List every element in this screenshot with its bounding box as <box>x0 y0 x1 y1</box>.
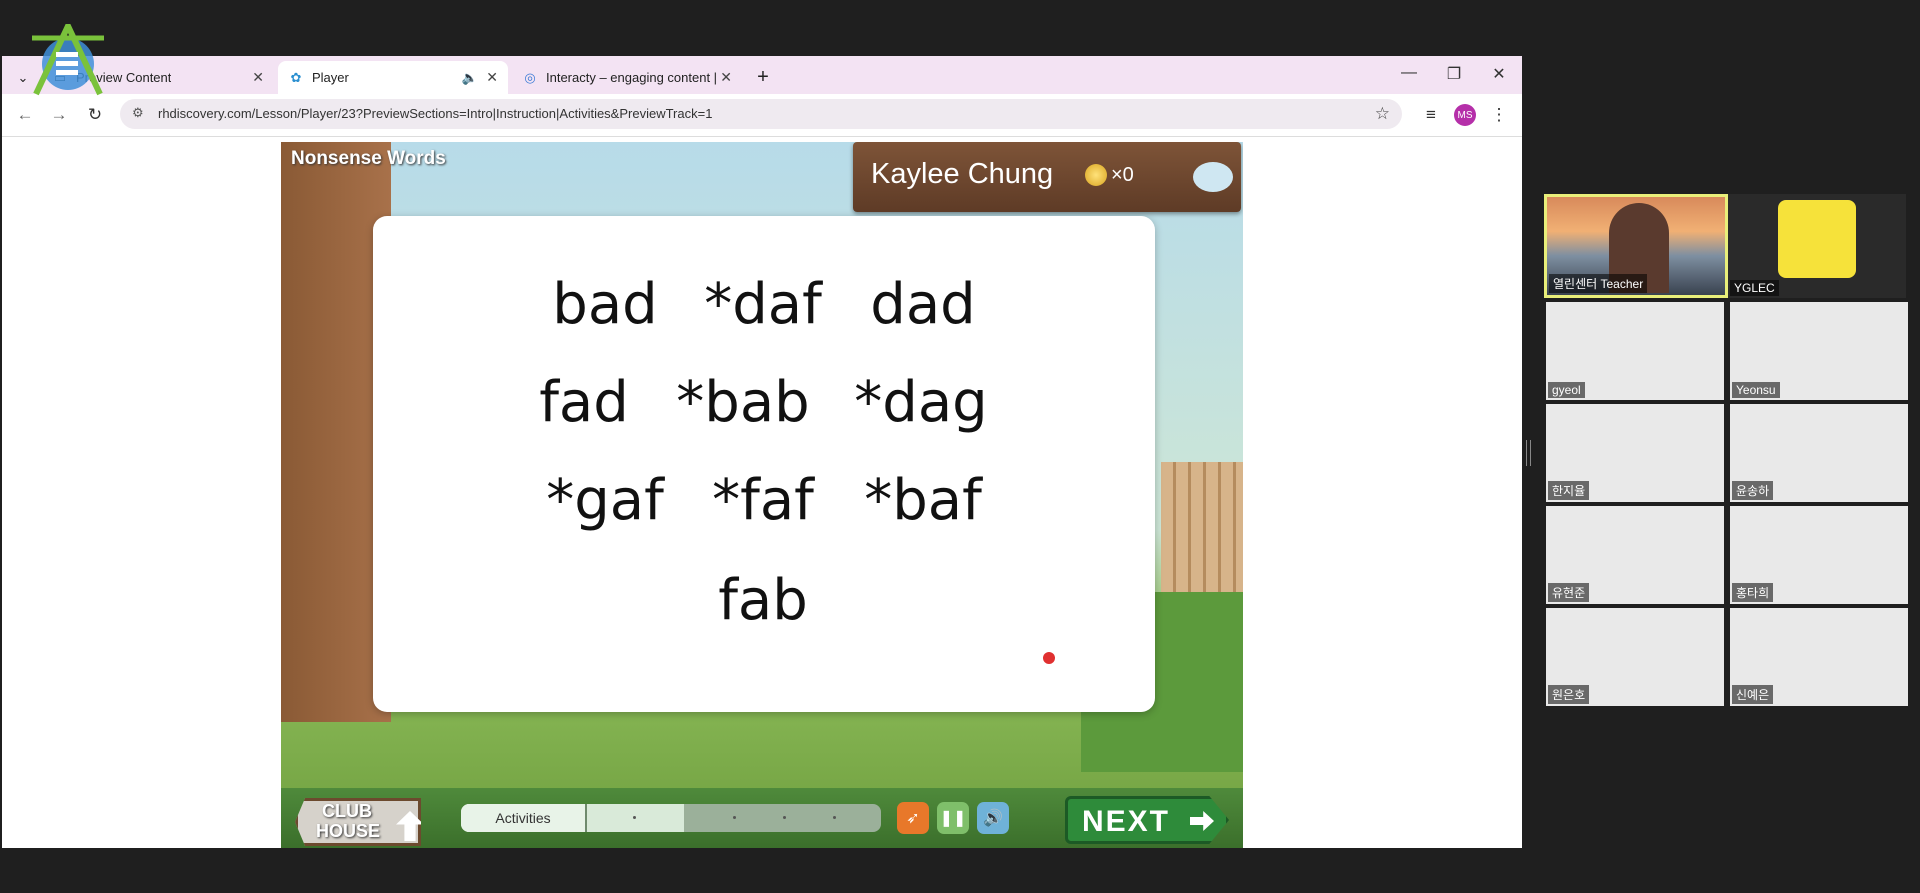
mouse-pointer <box>1043 652 1055 664</box>
up-arrow-icon <box>396 811 421 841</box>
restore-icon[interactable]: ❐ <box>1439 64 1469 84</box>
fence-illustration <box>1161 462 1243 612</box>
more-menu-icon[interactable]: ⋮ <box>1488 105 1510 125</box>
close-icon[interactable]: ✕ <box>720 69 732 86</box>
clubhouse-button[interactable]: CLUB HOUSE <box>295 798 421 846</box>
word-item[interactable]: fab <box>718 568 808 633</box>
progress-dot <box>633 816 636 819</box>
url-text[interactable]: rhdiscovery.com/Lesson/Player/23?Preview… <box>158 106 712 121</box>
site-info-icon[interactable]: ⚙ <box>132 105 144 121</box>
plus-icon: + <box>757 66 769 88</box>
tab-label: Interacty – engaging content | <box>546 70 718 85</box>
reload-icon[interactable]: ↻ <box>84 105 106 125</box>
word-item[interactable]: *faf <box>712 468 814 533</box>
participant-name: 홍타희 <box>1732 583 1774 602</box>
right-arrow-icon <box>1190 811 1214 831</box>
coin-icon <box>1085 164 1107 186</box>
treehouse-badge-icon[interactable] <box>1193 162 1233 192</box>
participant-tile[interactable]: 홍타희 <box>1730 506 1908 604</box>
participant-tile[interactable]: gyeol <box>1546 302 1724 400</box>
bookmark-star-icon[interactable]: ☆ <box>1375 104 1390 124</box>
participant-name: gyeol <box>1548 382 1585 398</box>
tab-interacty[interactable]: ◎ Interacty – engaging content | ✕ <box>512 61 742 94</box>
next-label: NEXT <box>1082 805 1171 838</box>
clubhouse-label-line1: CLUB <box>322 801 372 821</box>
pause-icon[interactable]: ❚❚ <box>937 802 969 834</box>
speaker-icon[interactable]: 🔈 <box>462 70 478 86</box>
section-title: Nonsense Words <box>291 148 446 169</box>
profile-avatar[interactable]: MS <box>1454 104 1476 126</box>
tab-label: Player <box>312 70 349 85</box>
participant-tile[interactable]: 원은호 <box>1546 608 1724 706</box>
participant-name: YGLEC <box>1730 280 1779 296</box>
minimize-icon[interactable]: — <box>1394 64 1424 82</box>
participant-tile[interactable]: 윤송하 <box>1730 404 1908 502</box>
close-icon[interactable]: ✕ <box>486 69 498 86</box>
back-arrow-icon[interactable]: ← <box>14 105 36 125</box>
lesson-player: Nonsense Words Kaylee Chung ×0 bad *daf … <box>281 142 1243 848</box>
close-window-icon[interactable]: ✕ <box>1484 64 1514 84</box>
panel-resize-handle[interactable] <box>1526 440 1531 466</box>
student-name-sign: Kaylee Chung ×0 <box>853 142 1241 212</box>
participant-name: 한지율 <box>1548 481 1590 500</box>
bird-icon[interactable]: ➶ <box>897 802 929 834</box>
participant-tile[interactable]: Yeonsu <box>1730 302 1908 400</box>
participant-name: Yeonsu <box>1732 382 1780 398</box>
organization-logo <box>32 24 104 96</box>
browser-window: ⌄ ▭ Preview Content ✕ ✿ Player 🔈 ✕ ◎ Int… <box>2 56 1522 848</box>
participant-name: 윤송하 <box>1732 481 1774 500</box>
new-tab-button[interactable]: + <box>748 61 778 94</box>
player-controls: CLUB HOUSE Activities ➶ ❚❚ 🔊 NEXT <box>281 788 1243 848</box>
participant-name: 유현준 <box>1548 583 1590 602</box>
word-item[interactable]: *daf <box>704 272 822 337</box>
next-button[interactable]: NEXT <box>1065 796 1229 844</box>
participant-tile[interactable]: 유현준 <box>1546 506 1724 604</box>
word-card: bad *daf dad fad *bab *dag *gaf *faf *ba… <box>373 216 1155 712</box>
participant-name: 원은호 <box>1548 685 1590 704</box>
audio-icon[interactable]: 🔊 <box>977 802 1009 834</box>
progress-dot <box>833 816 836 819</box>
word-item[interactable]: *bab <box>676 370 809 435</box>
word-item[interactable]: *baf <box>864 468 982 533</box>
coin-count: ×0 <box>1111 164 1134 186</box>
spongebob-avatar <box>1778 200 1856 278</box>
progress-dot <box>733 816 736 819</box>
participant-name: 신예은 <box>1732 685 1774 704</box>
globe-icon: ◎ <box>524 69 536 85</box>
progress-label: Activities <box>495 810 551 826</box>
clubhouse-label-line2: HOUSE <box>316 821 381 841</box>
participant-tile[interactable]: 한지율 <box>1546 404 1724 502</box>
word-item[interactable]: *gaf <box>546 468 664 533</box>
close-icon[interactable]: ✕ <box>252 69 264 86</box>
butterfly-icon: ✿ <box>290 69 302 85</box>
lesson-progress-bar[interactable]: Activities <box>461 804 881 832</box>
word-item[interactable]: dad <box>870 272 975 337</box>
tab-player[interactable]: ✿ Player 🔈 ✕ <box>278 61 508 94</box>
word-item[interactable]: *dag <box>854 370 987 435</box>
word-item[interactable]: fad <box>539 370 629 435</box>
participant-tile[interactable]: 신예은 <box>1730 608 1908 706</box>
address-bar[interactable]: ⚙ rhdiscovery.com/Lesson/Player/23?Previ… <box>120 99 1402 129</box>
media-control-icon[interactable]: ≡ <box>1420 105 1442 125</box>
participant-tile[interactable]: 열린센터 Teacher <box>1544 194 1728 298</box>
browser-toolbar: ← → ↻ ⚙ rhdiscovery.com/Lesson/Player/23… <box>2 94 1522 137</box>
word-item[interactable]: bad <box>552 272 657 337</box>
student-name: Kaylee Chung <box>871 158 1054 190</box>
forward-arrow-icon[interactable]: → <box>48 105 70 125</box>
participant-tile[interactable]: YGLEC <box>1728 194 1906 298</box>
participant-name: 열린센터 Teacher <box>1549 274 1648 293</box>
progress-dot <box>783 816 786 819</box>
tab-bar: ⌄ ▭ Preview Content ✕ ✿ Player 🔈 ✕ ◎ Int… <box>2 56 1522 94</box>
